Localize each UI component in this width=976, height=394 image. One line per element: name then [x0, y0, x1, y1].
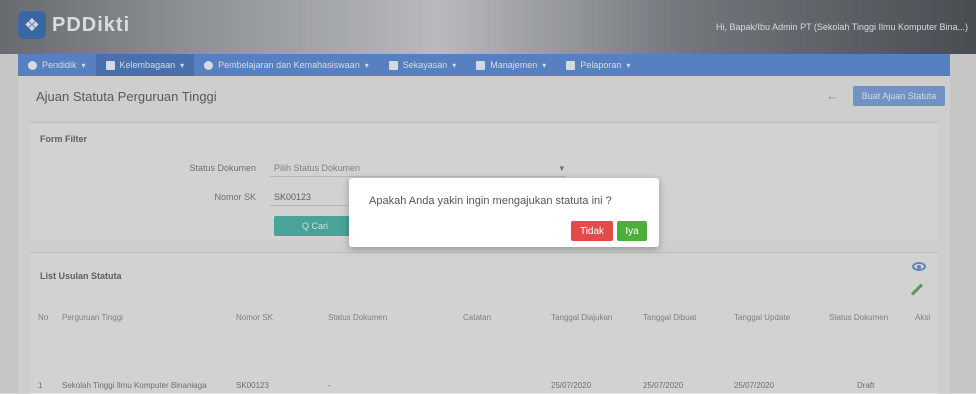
cancel-button[interactable]: Tidak — [571, 221, 613, 241]
confirm-message: Apakah Anda yakin ingin mengajukan statu… — [369, 195, 612, 207]
confirm-button[interactable]: Iya — [617, 221, 647, 241]
confirm-dialog: Apakah Anda yakin ingin mengajukan statu… — [349, 178, 659, 247]
